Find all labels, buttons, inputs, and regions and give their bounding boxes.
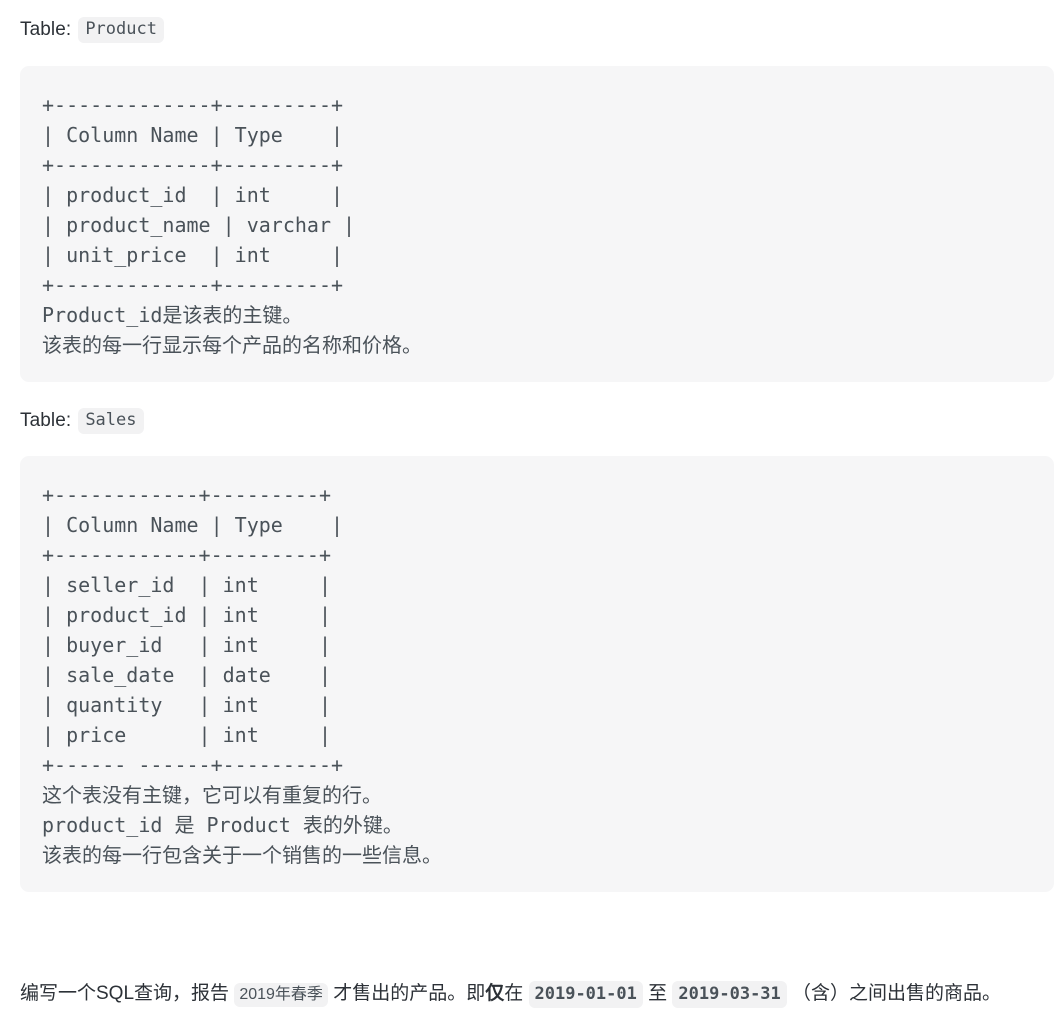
table-name-badge-product: Product: [78, 17, 164, 44]
prompt-text-part-2: 才售出的产品。即: [327, 983, 486, 1005]
spacer-after-product-label: [0, 44, 1054, 66]
date-end-badge: 2019-03-31: [672, 981, 787, 1009]
prompt-text-part-1: 编写一个SQL查询，报告: [20, 983, 235, 1005]
prompt-text-part-3: 在: [504, 983, 529, 1005]
prompt-text-part-4: 至: [642, 983, 673, 1005]
season-badge: 2019年春季: [234, 983, 328, 1008]
table-label-prefix: Table:: [20, 19, 72, 40]
table-label-sales: Table: Sales: [0, 407, 1054, 435]
code-block-sales-schema: +------------+---------+ | Column Name |…: [20, 456, 1054, 893]
spacer-after-sales-label: [0, 434, 1054, 456]
prompt-emphasis-only: 仅: [485, 983, 505, 1005]
top-spacer: [0, 0, 1054, 17]
code-text-sales-schema: +------------+---------+ | Column Name |…: [42, 483, 442, 868]
article-page: Table: Product +-------------+---------+…: [0, 0, 1054, 1028]
code-text-product-schema: +-------------+---------+ | Column Name …: [42, 92, 422, 357]
table-name-badge-sales: Sales: [78, 407, 144, 435]
table-label-prefix-sales: Table:: [20, 409, 72, 431]
code-block-product-schema: +-------------+---------+ | Column Name …: [20, 65, 1054, 382]
table-label-product: Table: Product: [0, 17, 1054, 44]
spacer-before-prompt: [0, 892, 1054, 960]
date-start-badge: 2019-01-01: [528, 981, 643, 1009]
spacer-between-sections: [0, 382, 1054, 408]
question-prompt-paragraph: 编写一个SQL查询，报告 2019年春季 才售出的产品。即仅在 2019-01-…: [0, 979, 1054, 1009]
prompt-text-part-5: （含）之间出售的商品。: [786, 983, 1002, 1005]
